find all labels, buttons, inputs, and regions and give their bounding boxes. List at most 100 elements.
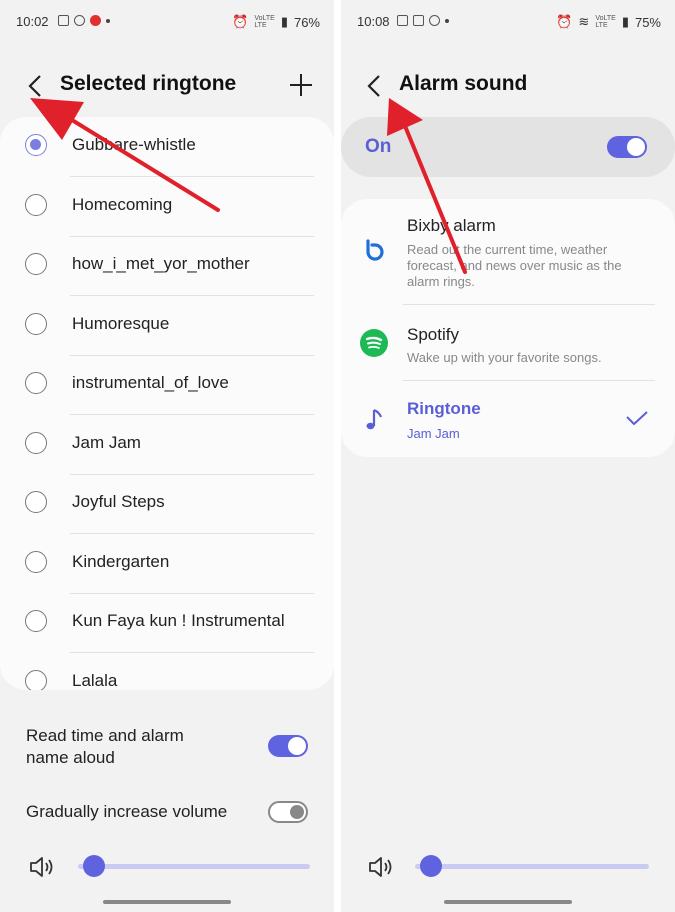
selected-ringtone-screen: 10:02 ⏰ VoLTE LTE ▮ 76% Selected ringtone…: [0, 0, 334, 912]
radio[interactable]: [25, 670, 47, 690]
option-subtitle: Wake up with your favorite songs.: [407, 350, 602, 365]
add-ringtone-button[interactable]: [288, 72, 314, 98]
list-item[interactable]: Joyful Steps: [0, 474, 334, 534]
radio[interactable]: [25, 372, 47, 394]
option-title: Bixby alarm: [407, 216, 496, 235]
page-title: Selected ringtone: [60, 72, 237, 95]
list-item[interactable]: Homecoming: [0, 177, 334, 237]
alarm-sound-toggle[interactable]: [607, 136, 647, 158]
list-item[interactable]: Jam Jam: [0, 415, 334, 475]
alarm-icon: ⏰: [556, 14, 573, 29]
alarm-sound-screen: 10:08 ⏰ ≋ VoLTELTE ▮ 75% Alarm sound On: [341, 0, 675, 912]
battery-level: 75%: [634, 14, 661, 30]
system-icons: ⏰ ≋ VoLTE LTE ▮ 75%: [556, 14, 661, 30]
radio[interactable]: [25, 491, 47, 513]
music-note-icon: [361, 406, 387, 432]
app-icon: [74, 15, 85, 26]
plus-icon: [290, 74, 312, 96]
status-time: 10:08: [357, 14, 390, 29]
spotify-icon: [360, 329, 388, 357]
checkmark-icon: [625, 409, 649, 429]
list-item[interactable]: Lalala: [0, 653, 334, 690]
ringtone-label: Lalala: [72, 671, 118, 690]
list-item[interactable]: instrumental_of_love: [0, 355, 334, 415]
ringtone-option[interactable]: Ringtone Jam Jam: [341, 381, 675, 457]
read-aloud-label: Read time and alarm name aloud: [26, 725, 184, 769]
gallery-icon: [58, 15, 69, 26]
list-item[interactable]: Humoresque: [0, 296, 334, 356]
ringtone-label: Homecoming: [72, 195, 173, 214]
ringtone-label: Gubbare-whistle: [72, 135, 196, 154]
panel-divider: [334, 0, 341, 912]
ringtone-label: Kindergarten: [72, 552, 170, 571]
spotify-option[interactable]: Spotify Wake up with your favorite songs…: [341, 305, 675, 381]
battery-level: 76%: [293, 14, 320, 30]
volume-slider-thumb[interactable]: [83, 855, 106, 877]
volume-slider[interactable]: [78, 864, 310, 869]
list-item[interactable]: how_i_met_yor_mother: [0, 236, 334, 296]
list-item[interactable]: Kun Faya kun ! Instrumental: [0, 593, 334, 653]
status-bar: 10:08 ⏰ ≋ VoLTE LTE ▮ 75%: [341, 12, 675, 34]
back-button[interactable]: [361, 72, 387, 100]
network-label: VoLTE LTE: [595, 15, 616, 29]
volume-slider-thumb[interactable]: [420, 855, 443, 877]
ringtone-label: instrumental_of_love: [72, 373, 229, 392]
read-aloud-toggle[interactable]: [268, 735, 308, 757]
radio[interactable]: [25, 432, 47, 454]
app-bar: Selected ringtone: [0, 66, 334, 106]
more-notifications-icon: [445, 18, 449, 23]
radio[interactable]: [25, 253, 47, 275]
app-bar: Alarm sound: [341, 66, 675, 106]
radio-checked[interactable]: [25, 134, 47, 156]
radio[interactable]: [25, 610, 47, 632]
read-aloud-line2: name aloud: [26, 748, 115, 767]
ringtone-label: Humoresque: [72, 314, 170, 333]
master-switch-label: On: [365, 136, 392, 157]
bixby-icon: [361, 238, 387, 264]
gmail-icon: [397, 15, 408, 26]
option-title: Spotify: [407, 325, 459, 344]
home-indicator[interactable]: [444, 900, 572, 904]
youtube-icon: [90, 15, 101, 26]
home-indicator[interactable]: [103, 900, 231, 904]
more-notifications-icon: [106, 18, 110, 23]
ringtone-label: Joyful Steps: [72, 492, 165, 511]
gradual-volume-label: Gradually increase volume: [26, 802, 228, 821]
alarm-icon: ⏰: [232, 14, 249, 29]
notification-icons: [58, 15, 110, 26]
back-button[interactable]: [22, 72, 48, 100]
radio[interactable]: [25, 194, 47, 216]
volume-slider[interactable]: [415, 864, 649, 869]
signal-icon: ▮: [280, 14, 288, 29]
radio[interactable]: [25, 551, 47, 573]
list-item[interactable]: Gubbare-whistle: [0, 117, 334, 177]
radio[interactable]: [25, 313, 47, 335]
list-item[interactable]: Kindergarten: [0, 534, 334, 594]
status-time: 10:02: [16, 14, 49, 29]
system-icons: ⏰ VoLTE LTE ▮ 76%: [232, 14, 320, 30]
option-subtitle: Jam Jam: [407, 426, 460, 441]
network-label: VoLTE LTE: [254, 15, 275, 29]
volume-icon: [367, 855, 393, 879]
notification-icons: [397, 15, 449, 26]
telegram-icon: [429, 15, 440, 26]
gradual-volume-toggle[interactable]: [268, 801, 308, 823]
alarm-sound-master-switch[interactable]: On: [341, 117, 675, 177]
read-aloud-line1: Read time and alarm: [26, 726, 184, 745]
ringtone-label: Kun Faya kun ! Instrumental: [72, 611, 285, 630]
volume-icon: [28, 855, 54, 879]
chevron-left-icon: [28, 75, 41, 97]
wifi-icon: ≋: [578, 14, 590, 29]
chevron-left-icon: [367, 75, 380, 97]
status-bar: 10:02 ⏰ VoLTE LTE ▮ 76%: [0, 12, 334, 34]
bixby-alarm-option[interactable]: Bixby alarm Read out the current time, w…: [341, 199, 675, 305]
sound-source-list: Bixby alarm Read out the current time, w…: [341, 199, 675, 457]
signal-icon: ▮: [621, 14, 629, 29]
gallery-icon: [413, 15, 424, 26]
ringtone-list: Gubbare-whistle Homecoming how_i_met_yor…: [0, 117, 334, 690]
page-title: Alarm sound: [399, 72, 528, 95]
option-subtitle: Read out the current time, weather forec…: [407, 242, 622, 289]
ringtone-label: Jam Jam: [72, 433, 141, 452]
option-title: Ringtone: [407, 399, 481, 418]
ringtone-label: how_i_met_yor_mother: [72, 254, 250, 273]
